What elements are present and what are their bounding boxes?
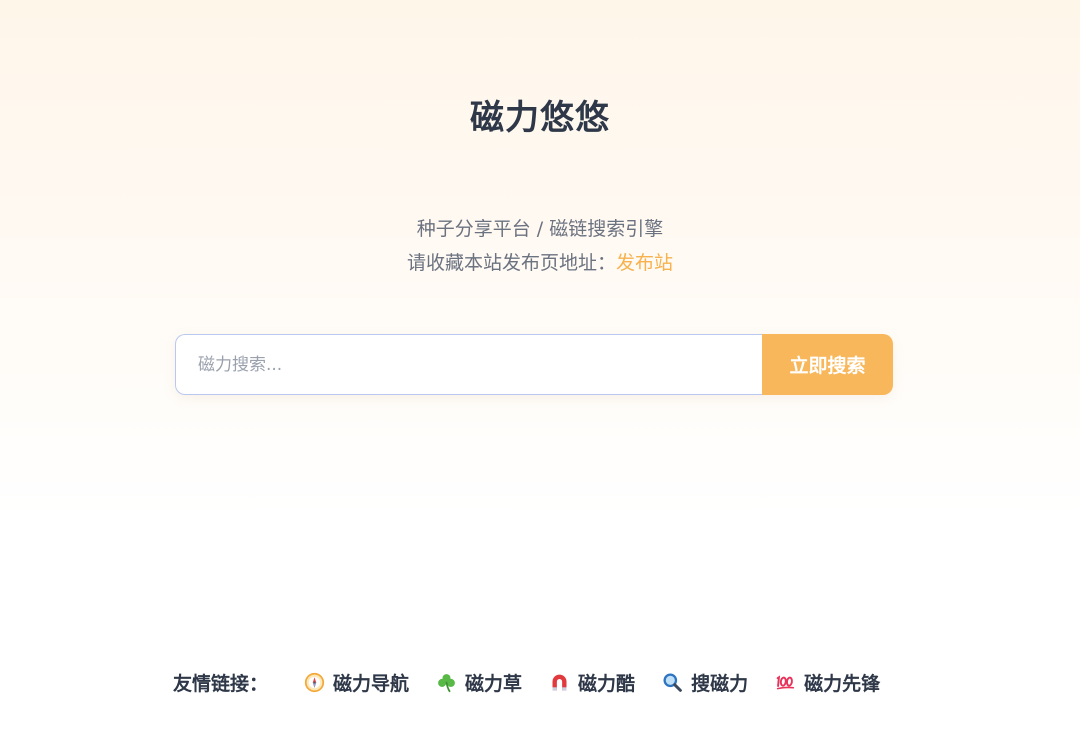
magnet-icon: [549, 672, 570, 693]
friend-link-search-magnet[interactable]: 搜磁力: [662, 669, 748, 696]
friend-link-label: 磁力导航: [333, 672, 410, 695]
hundred-points-icon: [775, 672, 796, 693]
friend-links-label: 友情链接：: [173, 672, 269, 695]
friend-link-magnet-cool[interactable]: 磁力酷: [549, 669, 635, 696]
friend-link-label: 搜磁力: [691, 672, 749, 695]
friend-link-magnet-pioneer[interactable]: 磁力先锋: [775, 669, 880, 696]
publish-site-link[interactable]: 发布站: [616, 252, 673, 274]
bookmark-notice-text: 请收藏本站发布页地址：: [406, 252, 616, 274]
search-form: 立即搜索: [175, 334, 893, 395]
friend-link-magnet-grass[interactable]: 磁力草: [436, 669, 522, 696]
compass-icon: [304, 672, 325, 693]
shamrock-icon: [436, 672, 457, 693]
friend-link-label: 磁力先锋: [804, 672, 881, 695]
site-tagline: 种子分享平台 / 磁链搜索引擎: [416, 218, 664, 240]
friend-link-magnet-nav[interactable]: 磁力导航: [304, 669, 409, 696]
friend-link-label: 磁力酷: [578, 672, 636, 695]
magnifier-icon: [662, 672, 683, 693]
search-input[interactable]: [175, 334, 762, 395]
site-title: 磁力悠悠: [470, 98, 610, 138]
friend-link-label: 磁力草: [465, 672, 523, 695]
bookmark-notice: 请收藏本站发布页地址：发布站: [0, 248, 1080, 278]
search-button[interactable]: 立即搜索: [762, 334, 893, 395]
friend-links: 友情链接： 磁力导航 磁力草 磁力酷 搜磁力 磁力先锋: [173, 666, 880, 698]
